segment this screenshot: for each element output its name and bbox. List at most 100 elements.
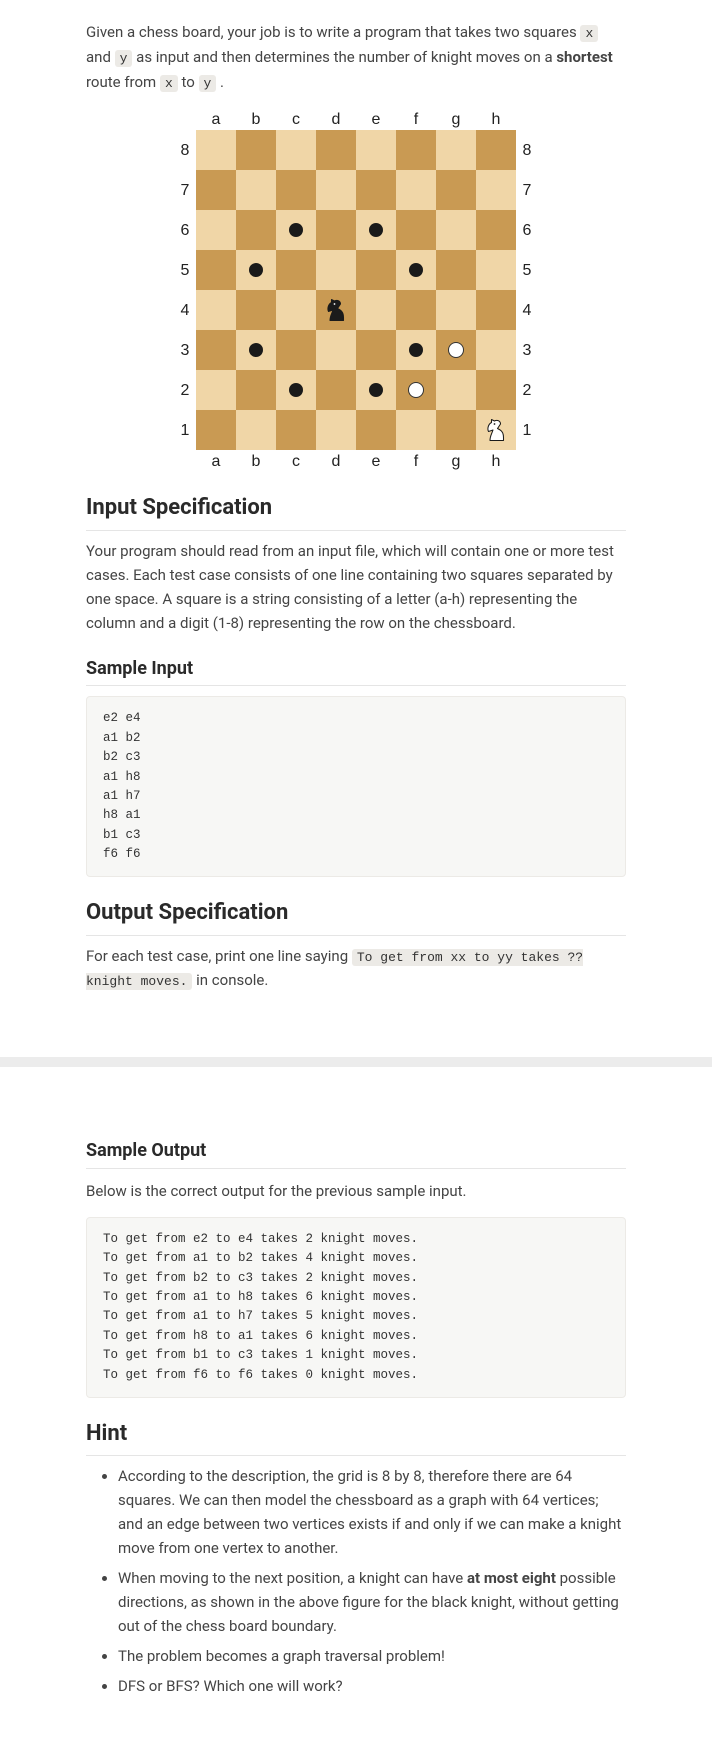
board-square — [476, 370, 516, 410]
board-square — [316, 210, 356, 250]
board-square — [476, 170, 516, 210]
board-square — [236, 410, 276, 450]
board-square — [196, 370, 236, 410]
board-square — [236, 330, 276, 370]
board-coord: 6 — [516, 210, 538, 250]
hint-heading: Hint — [86, 1416, 626, 1456]
board-square — [316, 410, 356, 450]
board-square — [196, 410, 236, 450]
output-spec-heading: Output Specification — [86, 895, 626, 935]
move-dot-black — [289, 223, 303, 237]
board-coord — [516, 108, 538, 130]
board-coord: a — [196, 108, 236, 130]
board-square — [356, 250, 396, 290]
board-square — [276, 130, 316, 170]
board-coord: b — [236, 108, 276, 130]
board-coord: h — [476, 450, 516, 472]
board-square — [196, 330, 236, 370]
board-square — [316, 170, 356, 210]
board-coord: 7 — [516, 170, 538, 210]
black-knight-icon — [321, 295, 351, 325]
board-coord: e — [356, 108, 396, 130]
board-square — [316, 130, 356, 170]
hint-item: DFS or BFS? Which one will work? — [118, 1674, 626, 1698]
board-coord: 4 — [174, 290, 196, 330]
board-coord: 1 — [516, 410, 538, 450]
board-square — [316, 250, 356, 290]
board-coord: d — [316, 108, 356, 130]
board-square — [396, 210, 436, 250]
board-square — [436, 370, 476, 410]
board-coord: 7 — [174, 170, 196, 210]
board-square — [196, 210, 236, 250]
board-square — [276, 250, 316, 290]
code-x: x — [580, 25, 598, 42]
move-dot-black — [409, 263, 423, 277]
move-dot-black — [289, 383, 303, 397]
board-square — [396, 370, 436, 410]
input-spec-text: Your program should read from an input f… — [86, 539, 626, 635]
board-square — [436, 130, 476, 170]
board-coord — [174, 108, 196, 130]
board-square — [196, 170, 236, 210]
board-coord: 5 — [174, 250, 196, 290]
board-square — [476, 410, 516, 450]
board-square — [396, 130, 436, 170]
board-square — [396, 290, 436, 330]
board-coord: f — [396, 108, 436, 130]
board-coord: 5 — [516, 250, 538, 290]
board-coord: b — [236, 450, 276, 472]
sample-output-code: To get from e2 to e4 takes 2 knight move… — [86, 1217, 626, 1398]
chess-board: abcdefgh8877665544332211abcdefgh — [86, 108, 626, 472]
move-dot-white — [448, 342, 464, 358]
hint-item: When moving to the next position, a knig… — [118, 1566, 626, 1638]
board-coord: d — [316, 450, 356, 472]
board-square — [356, 130, 396, 170]
board-coord: g — [436, 108, 476, 130]
white-knight-icon — [481, 415, 511, 445]
section-divider — [0, 1057, 712, 1067]
board-coord: f — [396, 450, 436, 472]
code-y: y — [115, 50, 133, 67]
board-coord: e — [356, 450, 396, 472]
board-square — [476, 330, 516, 370]
board-square — [436, 170, 476, 210]
hint-item: The problem becomes a graph traversal pr… — [118, 1644, 626, 1668]
problem-intro: Given a chess board, your job is to writ… — [86, 20, 626, 94]
board-coord: 6 — [174, 210, 196, 250]
board-coord: 3 — [516, 330, 538, 370]
board-square — [476, 130, 516, 170]
board-square — [356, 170, 396, 210]
board-square — [236, 170, 276, 210]
board-square — [196, 290, 236, 330]
move-dot-black — [369, 223, 383, 237]
sample-output-desc: Below is the correct output for the prev… — [86, 1179, 626, 1203]
board-coord: g — [436, 450, 476, 472]
board-square — [276, 410, 316, 450]
move-dot-black — [249, 343, 263, 357]
board-square — [396, 330, 436, 370]
board-coord — [516, 450, 538, 472]
board-coord: 4 — [516, 290, 538, 330]
board-square — [316, 330, 356, 370]
board-square — [276, 330, 316, 370]
shortest-word: shortest — [556, 48, 612, 66]
board-coord: 1 — [174, 410, 196, 450]
board-coord: a — [196, 450, 236, 472]
move-dot-black — [249, 263, 263, 277]
board-square — [356, 370, 396, 410]
move-dot-black — [369, 383, 383, 397]
move-dot-white — [408, 382, 424, 398]
board-square — [396, 410, 436, 450]
board-coord: 3 — [174, 330, 196, 370]
board-coord: 8 — [174, 130, 196, 170]
board-square — [236, 250, 276, 290]
board-square — [316, 290, 356, 330]
board-coord — [174, 450, 196, 472]
board-square — [236, 210, 276, 250]
sample-input-code: e2 e4 a1 b2 b2 c3 a1 h8 a1 h7 h8 a1 b1 c… — [86, 696, 626, 877]
board-coord: h — [476, 108, 516, 130]
board-square — [436, 330, 476, 370]
board-square — [396, 170, 436, 210]
board-coord: 2 — [516, 370, 538, 410]
